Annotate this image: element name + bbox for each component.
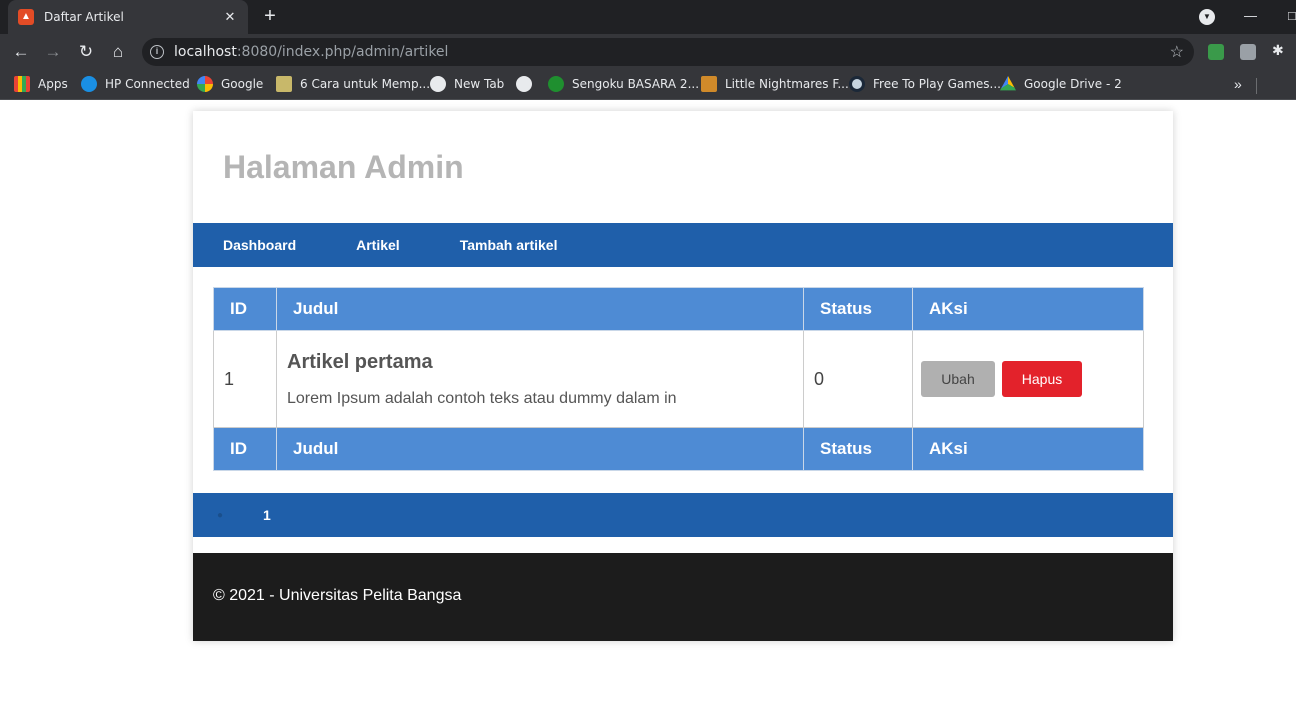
puzzle-icon[interactable]: ✱ — [1272, 42, 1288, 58]
column-header-aksi: AKsi — [912, 287, 1144, 331]
ubah-button[interactable]: Ubah — [921, 361, 995, 397]
cell-judul: Artikel pertama Lorem Ipsum adalah conto… — [276, 330, 804, 428]
hapus-button[interactable]: Hapus — [1002, 361, 1083, 397]
column-footer-status: Status — [803, 427, 913, 471]
new-tab-icon[interactable]: + — [260, 5, 280, 27]
globe-icon — [516, 76, 532, 92]
bookmark-star-icon[interactable]: ☆ — [1170, 42, 1184, 62]
table-row: 1 Artikel pertama Lorem Ipsum adalah con… — [213, 330, 1144, 428]
main-nav: Dashboard Artikel Tambah artikel — [193, 223, 1173, 267]
back-icon[interactable]: ← — [10, 41, 32, 63]
bookmarks-divider — [1256, 78, 1257, 94]
url-text: localhost:8080/index.php/admin/artikel — [174, 44, 449, 60]
bookmark-hp-connected[interactable]: HP Connected — [81, 76, 190, 92]
codeigniter-favicon-icon: ▲ — [18, 9, 34, 25]
bookmark-new-tab[interactable]: New Tab — [430, 76, 504, 92]
pagination-bullet-icon: ● — [217, 509, 224, 521]
apps-grid-icon — [14, 76, 30, 92]
cell-aksi: Ubah Hapus — [912, 330, 1144, 428]
home-icon[interactable]: ⌂ — [107, 41, 129, 63]
article-title: Artikel pertama — [287, 350, 433, 373]
column-header-judul: Judul — [276, 287, 804, 331]
bookmark-google-drive[interactable]: Google Drive - 2 — [1000, 76, 1122, 92]
column-footer-id: ID — [213, 427, 277, 471]
bookmark-globe[interactable] — [516, 76, 540, 92]
maximize-icon[interactable]: □ — [1288, 8, 1296, 23]
article-excerpt: Lorem Ipsum adalah contoh teks atau dumm… — [287, 389, 677, 407]
minimize-icon[interactable]: — — [1244, 8, 1257, 23]
cell-status: 0 — [803, 330, 913, 428]
article-table-section: ID Judul Status AKsi 1 Artikel pertama L… — [193, 267, 1173, 493]
column-header-id: ID — [213, 287, 277, 331]
bookmarks-bar: Apps HP Connected Google 6 Cara untuk Me… — [0, 70, 1296, 100]
bookmark-sengoku[interactable]: Sengoku BASARA 2... — [548, 76, 699, 92]
more-bookmarks-icon[interactable]: » — [1234, 76, 1242, 92]
nav-tambah-artikel[interactable]: Tambah artikel — [460, 237, 558, 253]
column-header-status: Status — [803, 287, 913, 331]
page-header: Halaman Admin — [193, 111, 1173, 223]
bookmark-google[interactable]: Google — [197, 76, 263, 92]
nav-dashboard[interactable]: Dashboard — [223, 237, 296, 253]
steam-icon — [849, 76, 865, 92]
footer-text: © 2021 - Universitas Pelita Bangsa — [213, 587, 462, 604]
address-bar[interactable]: i localhost:8080/index.php/admin/artikel… — [142, 38, 1194, 66]
google-drive-icon — [1000, 76, 1016, 91]
wikihow-icon — [276, 76, 292, 92]
page-link-current[interactable]: 1 — [263, 507, 271, 523]
close-tab-icon[interactable]: ✕ — [222, 9, 238, 25]
cell-id: 1 — [213, 330, 277, 428]
nav-artikel[interactable]: Artikel — [356, 237, 400, 253]
tab-title: Daftar Artikel — [44, 10, 124, 24]
browser-tab[interactable]: ▲ Daftar Artikel ✕ — [8, 0, 248, 34]
browser-toolbar: ← → ↻ ⌂ i localhost:8080/index.php/admin… — [0, 34, 1296, 70]
column-footer-judul: Judul — [276, 427, 804, 471]
table-header-row: ID Judul Status AKsi — [213, 287, 1144, 331]
folder-icon — [701, 76, 717, 92]
table-footer-row: ID Judul Status AKsi — [213, 427, 1144, 471]
bookmark-free-to-play[interactable]: Free To Play Games... — [849, 76, 1001, 92]
extension-icon[interactable] — [1240, 44, 1256, 60]
google-icon — [197, 76, 213, 92]
browser-tabstrip: ▲ Daftar Artikel ✕ + ▼ — □ — [0, 0, 1296, 34]
hp-icon — [81, 76, 97, 92]
reload-icon[interactable]: ↻ — [75, 41, 97, 63]
extension-icon[interactable] — [1208, 44, 1224, 60]
bookmark-wikihow[interactable]: 6 Cara untuk Memp... — [276, 76, 430, 92]
globe-icon — [430, 76, 446, 92]
pagination: ● 1 — [193, 493, 1173, 537]
page-container: Halaman Admin Dashboard Artikel Tambah a… — [193, 111, 1173, 641]
bookmark-apps[interactable]: Apps — [14, 76, 68, 92]
tab-search-icon[interactable]: ▼ — [1199, 9, 1215, 25]
column-footer-aksi: AKsi — [912, 427, 1144, 471]
sengoku-icon — [548, 76, 564, 92]
forward-icon[interactable]: → — [42, 41, 64, 63]
article-table: ID Judul Status AKsi 1 Artikel pertama L… — [213, 287, 1144, 471]
page-footer: © 2021 - Universitas Pelita Bangsa — [193, 553, 1173, 641]
page-title: Halaman Admin — [223, 149, 464, 185]
bookmark-little-nightmares[interactable]: Little Nightmares F... — [701, 76, 849, 92]
info-icon[interactable]: i — [150, 45, 164, 59]
